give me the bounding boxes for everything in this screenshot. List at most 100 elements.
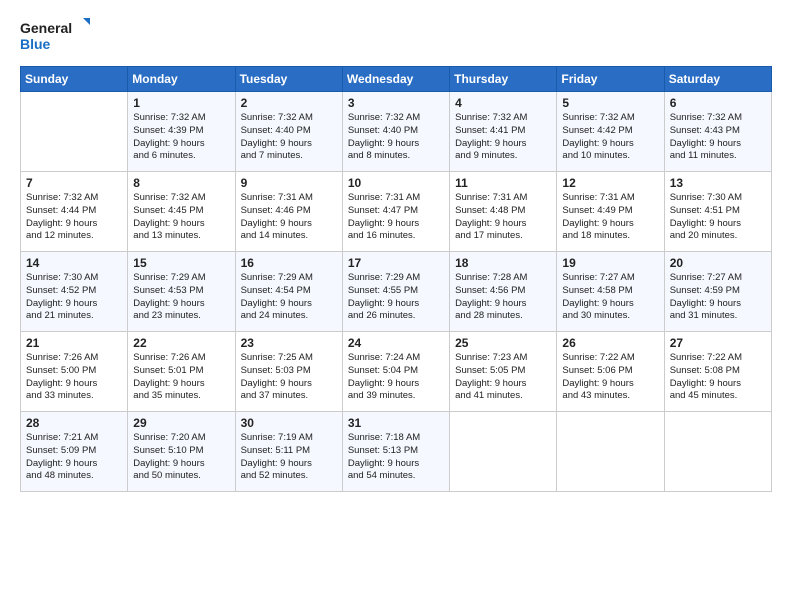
- day-info: Sunrise: 7:32 AM Sunset: 4:45 PM Dayligh…: [133, 192, 229, 243]
- day-info: Sunrise: 7:26 AM Sunset: 5:01 PM Dayligh…: [133, 352, 229, 403]
- day-number: 20: [670, 256, 766, 270]
- day-number: 24: [348, 336, 444, 350]
- day-number: 8: [133, 176, 229, 190]
- calendar-cell: 28 Sunrise: 7:21 AM Sunset: 5:09 PM Dayli…: [21, 412, 128, 492]
- day-info: Sunrise: 7:30 AM Sunset: 4:52 PM Dayligh…: [26, 272, 122, 323]
- day-info: Sunrise: 7:32 AM Sunset: 4:43 PM Dayligh…: [670, 112, 766, 163]
- day-info: Sunrise: 7:32 AM Sunset: 4:41 PM Dayligh…: [455, 112, 551, 163]
- day-info: Sunrise: 7:19 AM Sunset: 5:11 PM Dayligh…: [241, 432, 337, 483]
- weekday-header-cell: Friday: [557, 67, 664, 92]
- calendar-cell: 31 Sunrise: 7:18 AM Sunset: 5:13 PM Dayli…: [342, 412, 449, 492]
- calendar-cell: [21, 92, 128, 172]
- day-info: Sunrise: 7:32 AM Sunset: 4:40 PM Dayligh…: [348, 112, 444, 163]
- weekday-header-cell: Tuesday: [235, 67, 342, 92]
- day-number: 13: [670, 176, 766, 190]
- day-number: 2: [241, 96, 337, 110]
- weekday-header-cell: Wednesday: [342, 67, 449, 92]
- day-number: 12: [562, 176, 658, 190]
- day-number: 25: [455, 336, 551, 350]
- day-info: Sunrise: 7:30 AM Sunset: 4:51 PM Dayligh…: [670, 192, 766, 243]
- day-info: Sunrise: 7:26 AM Sunset: 5:00 PM Dayligh…: [26, 352, 122, 403]
- calendar-cell: [557, 412, 664, 492]
- day-number: 27: [670, 336, 766, 350]
- day-info: Sunrise: 7:32 AM Sunset: 4:44 PM Dayligh…: [26, 192, 122, 243]
- day-info: Sunrise: 7:32 AM Sunset: 4:42 PM Dayligh…: [562, 112, 658, 163]
- calendar-cell: [450, 412, 557, 492]
- calendar-cell: 26Sunrise: 7:22 AM Sunset: 5:06 PM Dayli…: [557, 332, 664, 412]
- calendar-cell: 3 Sunrise: 7:32 AM Sunset: 4:40 PM Daylig…: [342, 92, 449, 172]
- day-number: 6: [670, 96, 766, 110]
- calendar-cell: 5 Sunrise: 7:32 AM Sunset: 4:42 PM Daylig…: [557, 92, 664, 172]
- calendar-cell: 21 Sunrise: 7:26 AM Sunset: 5:00 PM Dayli…: [21, 332, 128, 412]
- day-number: 19: [562, 256, 658, 270]
- day-info: Sunrise: 7:18 AM Sunset: 5:13 PM Dayligh…: [348, 432, 444, 483]
- day-number: 22: [133, 336, 229, 350]
- day-info: Sunrise: 7:31 AM Sunset: 4:48 PM Dayligh…: [455, 192, 551, 243]
- calendar-table: SundayMondayTuesdayWednesdayThursdayFrid…: [20, 66, 772, 492]
- day-number: 31: [348, 416, 444, 430]
- day-info: Sunrise: 7:32 AM Sunset: 4:40 PM Dayligh…: [241, 112, 337, 163]
- day-number: 26: [562, 336, 658, 350]
- day-number: 14: [26, 256, 122, 270]
- calendar-cell: 19 Sunrise: 7:27 AM Sunset: 4:58 PM Dayli…: [557, 252, 664, 332]
- calendar-cell: 6 Sunrise: 7:32 AM Sunset: 4:43 PM Daylig…: [664, 92, 771, 172]
- day-number: 3: [348, 96, 444, 110]
- calendar-week-row: 28 Sunrise: 7:21 AM Sunset: 5:09 PM Dayli…: [21, 412, 772, 492]
- weekday-header-cell: Sunday: [21, 67, 128, 92]
- calendar-body: 1Sunrise: 7:32 AM Sunset: 4:39 PM Daylig…: [21, 92, 772, 492]
- day-info: Sunrise: 7:24 AM Sunset: 5:04 PM Dayligh…: [348, 352, 444, 403]
- calendar-cell: 7 Sunrise: 7:32 AM Sunset: 4:44 PM Daylig…: [21, 172, 128, 252]
- day-number: 17: [348, 256, 444, 270]
- calendar-cell: 15Sunrise: 7:29 AM Sunset: 4:53 PM Dayli…: [128, 252, 235, 332]
- logo: General Blue: [20, 16, 90, 56]
- weekday-header-cell: Saturday: [664, 67, 771, 92]
- day-number: 29: [133, 416, 229, 430]
- day-info: Sunrise: 7:32 AM Sunset: 4:39 PM Dayligh…: [133, 112, 229, 163]
- day-info: Sunrise: 7:31 AM Sunset: 4:47 PM Dayligh…: [348, 192, 444, 243]
- day-number: 30: [241, 416, 337, 430]
- calendar-cell: 14 Sunrise: 7:30 AM Sunset: 4:52 PM Dayli…: [21, 252, 128, 332]
- svg-text:General: General: [20, 20, 72, 36]
- calendar-cell: 8 Sunrise: 7:32 AM Sunset: 4:45 PM Daylig…: [128, 172, 235, 252]
- calendar-cell: 22 Sunrise: 7:26 AM Sunset: 5:01 PM Dayli…: [128, 332, 235, 412]
- day-info: Sunrise: 7:25 AM Sunset: 5:03 PM Dayligh…: [241, 352, 337, 403]
- weekday-header-row: SundayMondayTuesdayWednesdayThursdayFrid…: [21, 67, 772, 92]
- calendar-week-row: 14 Sunrise: 7:30 AM Sunset: 4:52 PM Dayli…: [21, 252, 772, 332]
- calendar-cell: 27Sunrise: 7:22 AM Sunset: 5:08 PM Dayli…: [664, 332, 771, 412]
- calendar-cell: 30 Sunrise: 7:19 AM Sunset: 5:11 PM Dayli…: [235, 412, 342, 492]
- day-info: Sunrise: 7:23 AM Sunset: 5:05 PM Dayligh…: [455, 352, 551, 403]
- day-number: 7: [26, 176, 122, 190]
- day-number: 28: [26, 416, 122, 430]
- calendar-cell: 23 Sunrise: 7:25 AM Sunset: 5:03 PM Dayli…: [235, 332, 342, 412]
- logo-svg: General Blue: [20, 16, 90, 56]
- weekday-header-cell: Monday: [128, 67, 235, 92]
- calendar-week-row: 1Sunrise: 7:32 AM Sunset: 4:39 PM Daylig…: [21, 92, 772, 172]
- day-info: Sunrise: 7:31 AM Sunset: 4:46 PM Dayligh…: [241, 192, 337, 243]
- day-info: Sunrise: 7:29 AM Sunset: 4:54 PM Dayligh…: [241, 272, 337, 323]
- calendar-cell: 12 Sunrise: 7:31 AM Sunset: 4:49 PM Dayli…: [557, 172, 664, 252]
- calendar-cell: [664, 412, 771, 492]
- day-number: 23: [241, 336, 337, 350]
- day-info: Sunrise: 7:28 AM Sunset: 4:56 PM Dayligh…: [455, 272, 551, 323]
- day-info: Sunrise: 7:29 AM Sunset: 4:53 PM Dayligh…: [133, 272, 229, 323]
- day-number: 10: [348, 176, 444, 190]
- calendar-cell: 16Sunrise: 7:29 AM Sunset: 4:54 PM Dayli…: [235, 252, 342, 332]
- calendar-week-row: 7 Sunrise: 7:32 AM Sunset: 4:44 PM Daylig…: [21, 172, 772, 252]
- day-number: 5: [562, 96, 658, 110]
- calendar-cell: 29Sunrise: 7:20 AM Sunset: 5:10 PM Dayli…: [128, 412, 235, 492]
- day-info: Sunrise: 7:31 AM Sunset: 4:49 PM Dayligh…: [562, 192, 658, 243]
- day-info: Sunrise: 7:27 AM Sunset: 4:59 PM Dayligh…: [670, 272, 766, 323]
- svg-text:Blue: Blue: [20, 36, 51, 52]
- day-info: Sunrise: 7:27 AM Sunset: 4:58 PM Dayligh…: [562, 272, 658, 323]
- day-number: 21: [26, 336, 122, 350]
- calendar-cell: 17 Sunrise: 7:29 AM Sunset: 4:55 PM Dayli…: [342, 252, 449, 332]
- day-info: Sunrise: 7:21 AM Sunset: 5:09 PM Dayligh…: [26, 432, 122, 483]
- calendar-cell: 2 Sunrise: 7:32 AM Sunset: 4:40 PM Daylig…: [235, 92, 342, 172]
- day-number: 9: [241, 176, 337, 190]
- header: General Blue: [20, 16, 772, 56]
- calendar-cell: 4Sunrise: 7:32 AM Sunset: 4:41 PM Daylig…: [450, 92, 557, 172]
- calendar-cell: 20 Sunrise: 7:27 AM Sunset: 4:59 PM Dayli…: [664, 252, 771, 332]
- day-info: Sunrise: 7:29 AM Sunset: 4:55 PM Dayligh…: [348, 272, 444, 323]
- calendar-cell: 10 Sunrise: 7:31 AM Sunset: 4:47 PM Dayli…: [342, 172, 449, 252]
- day-number: 18: [455, 256, 551, 270]
